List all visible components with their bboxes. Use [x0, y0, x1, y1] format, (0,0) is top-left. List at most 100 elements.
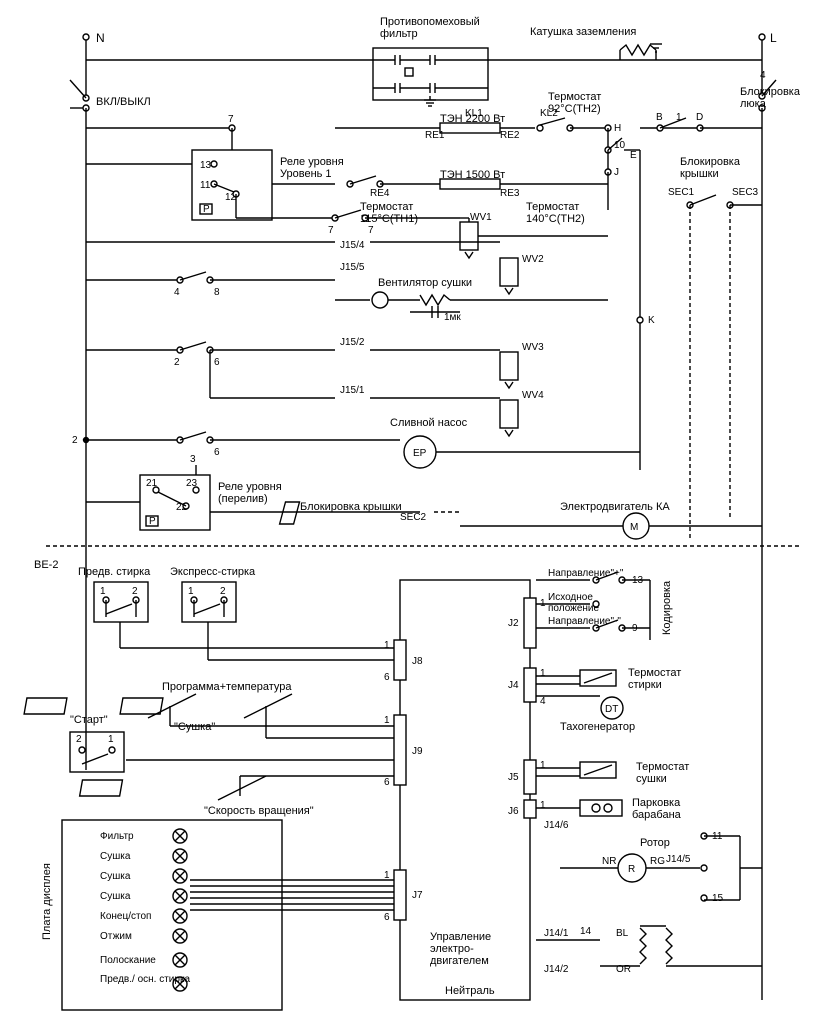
svg-text:13: 13: [200, 160, 212, 171]
drain-label: Сливной насос: [390, 417, 468, 429]
svg-text:J14/2: J14/2: [544, 964, 569, 975]
svg-text:J15/1: J15/1: [340, 385, 365, 396]
svg-text:2: 2: [220, 586, 226, 597]
svg-text:Отжим: Отжим: [100, 931, 132, 942]
schematic: N L Катушка заземления Противопомеховыйф…: [0, 0, 832, 1024]
svg-text:Направление"-": Направление"-": [548, 616, 621, 627]
lid-lock-right: Блокировкакрышки: [680, 156, 741, 180]
svg-text:Исходноеположение: Исходноеположение: [548, 592, 600, 614]
coding-label: Кодировка: [661, 580, 673, 635]
led-2: Сушка: [100, 869, 187, 883]
svg-text:J5: J5: [508, 772, 519, 783]
svg-text:Сушка: Сушка: [100, 871, 131, 882]
svg-text:J: J: [614, 167, 619, 178]
svg-text:J6: J6: [508, 806, 519, 817]
svg-text:SEC2: SEC2: [400, 512, 427, 523]
svg-text:RE3: RE3: [500, 188, 520, 199]
svg-text:J2: J2: [508, 618, 519, 629]
svg-text:WV4: WV4: [522, 390, 544, 401]
level-relay-1: Реле уровняУровень 1: [280, 156, 344, 180]
svg-text:K: K: [648, 315, 655, 326]
svg-text:2: 2: [72, 435, 78, 446]
svg-text:7: 7: [228, 114, 234, 125]
svg-text:1: 1: [188, 586, 194, 597]
drum-park: Парковкабарабана: [632, 797, 682, 821]
svg-text:6: 6: [384, 672, 390, 683]
wash-thermo: Термостатстирки: [628, 667, 681, 691]
svg-text:Предв./ осн. стирка: Предв./ осн. стирка: [100, 974, 191, 985]
led-7: Предв./ осн. стирка: [100, 974, 191, 991]
svg-text:1: 1: [540, 668, 546, 679]
level-relay-2: Реле уровня(перелив): [218, 481, 282, 505]
svg-text:Конец/стоп: Конец/стоп: [100, 911, 151, 922]
lid-lock2-label: Блокировка крышки: [300, 501, 402, 513]
upper-section: 2 7 13 11 12 P Реле уровняУровень 1 ТЭН …: [46, 91, 800, 556]
svg-text:2: 2: [76, 734, 82, 745]
led-1: Сушка: [100, 849, 187, 863]
thermostat-115: Термостат115°C(TH1): [360, 201, 418, 225]
motor-ka-label: Электродвигатель КА: [560, 501, 670, 513]
svg-text:R: R: [628, 864, 635, 875]
svg-text:J14/6: J14/6: [544, 820, 569, 831]
svg-text:E: E: [630, 150, 637, 161]
led-6: Полоскание: [100, 953, 187, 967]
led-3: Сушка: [100, 889, 187, 903]
display-panel-label: Плата дисплея: [41, 863, 53, 940]
svg-text:4: 4: [540, 696, 546, 707]
svg-text:M: M: [630, 522, 638, 533]
svg-text:1: 1: [384, 715, 390, 726]
svg-text:2: 2: [174, 357, 180, 368]
terminal-N: N: [96, 31, 105, 45]
svg-text:WV2: WV2: [522, 254, 544, 265]
fan-label: Вентилятор сушки: [378, 277, 472, 289]
svg-text:1: 1: [540, 760, 546, 771]
filter-label-1: Противопомеховыйфильтр: [380, 16, 480, 40]
onoff-label: ВКЛ/ВЫКЛ: [96, 96, 151, 108]
svg-text:Полоскание: Полоскание: [100, 955, 156, 966]
svg-text:P: P: [203, 204, 210, 215]
svg-text:15: 15: [712, 893, 724, 904]
led-5: Отжим: [100, 929, 187, 943]
svg-text:KL1: KL1: [465, 108, 483, 119]
led-4: Конец/стоп: [100, 909, 187, 923]
drying-label: "Сушка": [174, 721, 215, 733]
speed-label: "Скорость вращения": [204, 805, 314, 817]
svg-text:J15/5: J15/5: [340, 262, 365, 273]
svg-text:J15/2: J15/2: [340, 337, 365, 348]
svg-text:H: H: [614, 123, 621, 134]
display-leds: Фильтр Сушка Сушка Сушка Конец/стоп Отжи…: [100, 829, 191, 991]
svg-text:J14/5: J14/5: [666, 854, 691, 865]
svg-text:RE2: RE2: [500, 130, 520, 141]
terminal-L: L: [770, 31, 777, 45]
svg-text:B: B: [656, 112, 663, 123]
dry-thermo: Термостатсушки: [636, 761, 689, 785]
svg-text:RE4: RE4: [370, 188, 390, 199]
svg-text:SEC1: SEC1: [668, 187, 695, 198]
svg-text:4: 4: [760, 70, 766, 81]
svg-text:1: 1: [108, 734, 114, 745]
svg-text:7: 7: [368, 225, 374, 236]
prog-temp-label: Программа+температура: [162, 681, 292, 693]
svg-text:J14/1: J14/1: [544, 928, 569, 939]
svg-text:Направление"+": Направление"+": [548, 568, 624, 579]
svg-text:1: 1: [540, 800, 546, 811]
svg-text:6: 6: [214, 447, 220, 458]
motor-ctrl-label: Управлениеэлектро-двигателем: [430, 931, 491, 967]
svg-text:Фильтр: Фильтр: [100, 831, 134, 842]
svg-text:J4: J4: [508, 680, 519, 691]
svg-text:Сушка: Сушка: [100, 851, 131, 862]
led-0: Фильтр: [100, 829, 187, 843]
svg-text:11: 11: [200, 180, 211, 191]
svg-text:BL: BL: [616, 928, 629, 939]
svg-text:6: 6: [384, 777, 390, 788]
ground-coil-label: Катушка заземления: [530, 26, 636, 38]
svg-text:NR: NR: [602, 856, 616, 867]
svg-text:7: 7: [328, 225, 334, 236]
lower-section: BE-2 Предв. стирка 1 2 Экспресс-стирка 1…: [24, 556, 762, 1010]
svg-text:J8: J8: [412, 656, 423, 667]
thermostat-92: Термостат92°C(TH2): [548, 91, 601, 115]
svg-text:3: 3: [190, 454, 196, 465]
svg-text:14: 14: [580, 926, 592, 937]
svg-text:6: 6: [384, 912, 390, 923]
svg-text:RE1: RE1: [425, 130, 445, 141]
